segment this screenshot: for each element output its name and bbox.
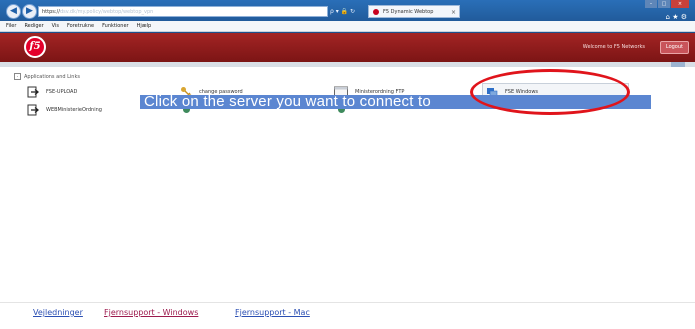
toolbar-band (0, 62, 695, 67)
address-prefix: https:// (42, 9, 60, 15)
menu-item-filer[interactable]: Filer (6, 21, 16, 31)
footer-link-vejledninger[interactable]: Vejledninger (33, 308, 83, 317)
app-webministerieordning[interactable]: WEBMinisterieOrdning (27, 103, 102, 117)
tab-f5-webtop[interactable]: F5 Dynamic Webtop × (368, 5, 460, 18)
tab-title: F5 Dynamic Webtop (383, 9, 434, 15)
section-title[interactable]: - Applications and Links (14, 73, 80, 80)
footer-link-fjernsupport-mac[interactable]: Fjernsupport - Mac (235, 308, 310, 317)
close-window-icon[interactable]: × (671, 0, 689, 8)
collapse-icon[interactable]: - (14, 73, 21, 80)
hidden-icon-fragment (183, 109, 190, 113)
app-label: FSE-UPLOAD (46, 89, 78, 95)
instruction-text: Click on the server you want to connect … (144, 93, 431, 110)
app-label: WEBMinisterieOrdning (46, 107, 102, 113)
app-fse-upload[interactable]: FSE-UPLOAD (27, 85, 77, 99)
annotation-circle (470, 69, 630, 115)
menu-bar: Filer Rediger Vis Foretrukne Funktioner … (0, 21, 695, 32)
menu-item-hjaelp[interactable]: Hjælp (137, 21, 152, 31)
hidden-icon-fragment (338, 109, 345, 113)
minimize-icon[interactable]: – (645, 0, 657, 8)
menu-item-rediger[interactable]: Rediger (24, 21, 43, 31)
document-arrow-icon (27, 86, 39, 98)
app-header: f5 Welcome to F5 Networks Logout (0, 33, 695, 62)
footer-link-fjernsupport-windows[interactable]: Fjernsupport - Windows (104, 308, 198, 317)
tab-close-icon[interactable]: × (451, 6, 456, 19)
home-favorites-settings-icons[interactable]: ⌂ ★ ⚙ (666, 13, 687, 21)
section-title-text: Applications and Links (24, 74, 80, 80)
view-toggle-icon[interactable] (671, 62, 685, 67)
footer: Vejledninger Fjernsupport - Windows Fjer… (0, 302, 695, 329)
screenshot: ◀ ▶ https://dsv.dk/my.policy/webtop/webt… (0, 0, 695, 329)
logout-button[interactable]: Logout (659, 41, 689, 54)
address-path: /my.policy/webtop/webtop_vpn (75, 9, 154, 15)
back-arrow-icon[interactable]: ◀ (6, 4, 21, 19)
maximize-icon[interactable]: □ (658, 0, 670, 8)
welcome-text: Welcome to F5 Networks (582, 44, 645, 50)
document-arrow-icon (27, 104, 39, 116)
menu-item-funktioner[interactable]: Funktioner (102, 21, 129, 31)
forward-arrow-icon[interactable]: ▶ (22, 4, 37, 19)
address-bar[interactable]: https://dsv.dk/my.policy/webtop/webtop_v… (38, 6, 328, 17)
browser-chrome: ◀ ▶ https://dsv.dk/my.policy/webtop/webt… (0, 0, 695, 33)
menu-item-vis[interactable]: Vis (52, 21, 59, 31)
window-controls: – □ × (644, 0, 689, 8)
address-host: dsv.dk (59, 9, 76, 15)
f5-logo: f5 (24, 36, 46, 58)
f5-favicon-icon (373, 9, 379, 15)
address-tools[interactable]: ρ ▾ 🔒 ↻ (330, 6, 355, 17)
menu-item-foretrukne[interactable]: Foretrukne (67, 21, 94, 31)
